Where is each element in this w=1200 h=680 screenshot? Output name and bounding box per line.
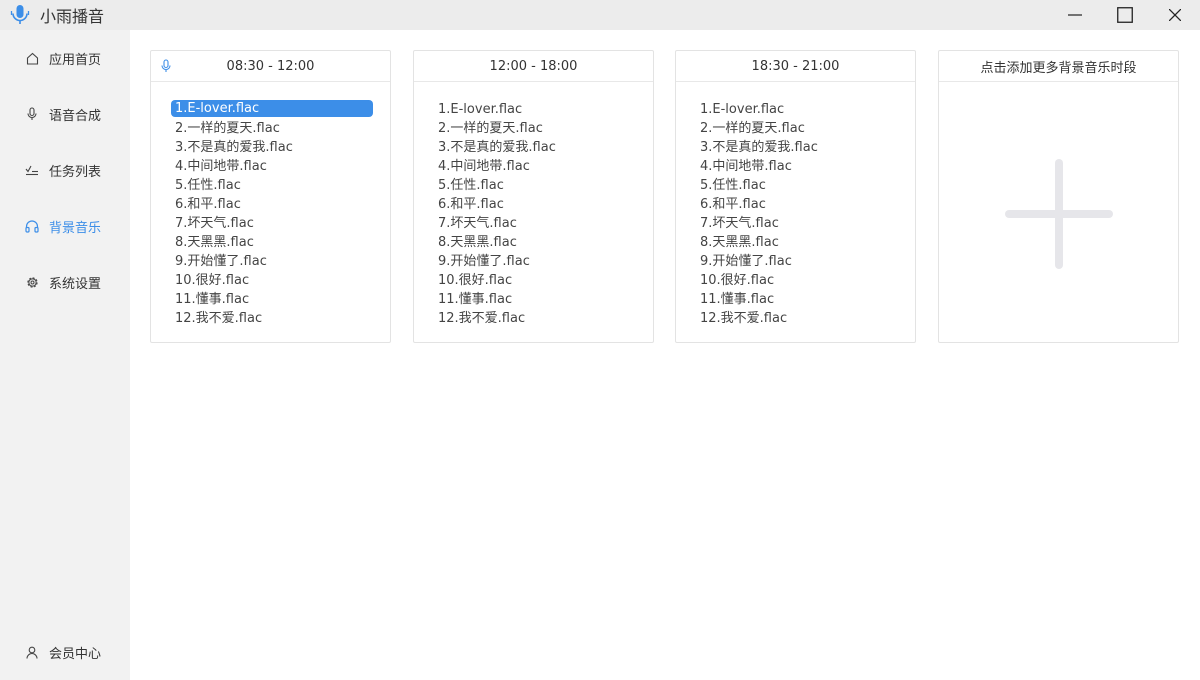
sidebar-item-background-music[interactable]: 背景音乐	[0, 210, 130, 242]
card-header: 18:30 - 21:00	[676, 51, 915, 82]
time-range-label: 08:30 - 12:00	[226, 58, 315, 74]
list-item[interactable]: 11.懂事.flac	[434, 290, 636, 309]
sidebar-item-speech-synthesis[interactable]: 语音合成	[0, 98, 130, 130]
song-list: 1.E-lover.flac 2.一样的夏天.flac 3.不是真的爱我.fla…	[696, 100, 898, 328]
list-item[interactable]: 3.不是真的爱我.flac	[434, 138, 636, 157]
microphone-icon	[161, 59, 171, 72]
list-item[interactable]: 5.任性.flac	[434, 176, 636, 195]
home-icon	[25, 51, 39, 65]
list-item[interactable]: 1.E-lover.flac	[171, 100, 373, 117]
list-item[interactable]: 9.开始懂了.flac	[434, 252, 636, 271]
list-item[interactable]: 11.懂事.flac	[171, 290, 373, 309]
list-item[interactable]: 6.和平.flac	[434, 195, 636, 214]
time-slot-card: 12:00 - 18:00 1.E-lover.flac 2.一样的夏天.fla…	[413, 50, 654, 343]
time-slot-card: 08:30 - 12:00 1.E-lover.flac 2.一样的夏天.fla…	[150, 50, 391, 343]
list-item[interactable]: 2.一样的夏天.flac	[434, 119, 636, 138]
gear-icon	[25, 275, 39, 289]
add-time-slot-card[interactable]: 点击添加更多背景音乐时段	[938, 50, 1179, 343]
card-header: 点击添加更多背景音乐时段	[939, 51, 1178, 82]
list-item[interactable]: 7.坏天气.flac	[434, 214, 636, 233]
minimize-button[interactable]	[1050, 0, 1100, 30]
list-item[interactable]: 10.很好.flac	[171, 271, 373, 290]
time-range-label: 12:00 - 18:00	[489, 58, 578, 74]
list-item[interactable]: 9.开始懂了.flac	[171, 252, 373, 271]
time-slot-card: 18:30 - 21:00 1.E-lover.flac 2.一样的夏天.fla…	[675, 50, 916, 343]
title-bar: 小雨播音	[0, 0, 1200, 30]
sidebar-item-label: 应用首页	[49, 52, 102, 68]
list-item[interactable]: 12.我不爱.flac	[171, 309, 373, 328]
time-range-label: 18:30 - 21:00	[751, 58, 840, 74]
task-list-icon	[25, 163, 39, 177]
sidebar-item-label: 任务列表	[49, 164, 102, 180]
minimize-icon	[1068, 14, 1082, 16]
close-button[interactable]	[1150, 0, 1200, 30]
plus-icon[interactable]	[1005, 159, 1113, 269]
list-item[interactable]: 8.天黑黑.flac	[171, 233, 373, 252]
list-item[interactable]: 5.任性.flac	[696, 176, 898, 195]
list-item[interactable]: 1.E-lover.flac	[696, 100, 898, 119]
microphone-icon	[10, 4, 30, 26]
sidebar-item-settings[interactable]: 系统设置	[0, 266, 130, 298]
list-item[interactable]: 9.开始懂了.flac	[696, 252, 898, 271]
add-time-slot-title: 点击添加更多背景音乐时段	[980, 60, 1137, 76]
maximize-icon	[1117, 7, 1133, 23]
sidebar-item-membership[interactable]: 会员中心	[0, 636, 130, 668]
list-item[interactable]: 8.天黑黑.flac	[696, 233, 898, 252]
microphone-icon	[25, 107, 39, 121]
list-item[interactable]: 10.很好.flac	[434, 271, 636, 290]
list-item[interactable]: 6.和平.flac	[171, 195, 373, 214]
song-list: 1.E-lover.flac 2.一样的夏天.flac 3.不是真的爱我.fla…	[171, 100, 373, 328]
app-title: 小雨播音	[40, 7, 105, 26]
list-item[interactable]: 2.一样的夏天.flac	[696, 119, 898, 138]
card-header: 08:30 - 12:00	[151, 51, 390, 82]
user-icon	[25, 645, 39, 659]
list-item[interactable]: 3.不是真的爱我.flac	[696, 138, 898, 157]
list-item[interactable]: 11.懂事.flac	[696, 290, 898, 309]
list-item[interactable]: 2.一样的夏天.flac	[171, 119, 373, 138]
list-item[interactable]: 10.很好.flac	[696, 271, 898, 290]
list-item[interactable]: 7.坏天气.flac	[171, 214, 373, 233]
headphones-icon	[25, 219, 39, 233]
sidebar-item-label: 系统设置	[49, 276, 102, 292]
list-item[interactable]: 12.我不爱.flac	[434, 309, 636, 328]
sidebar-item-label: 会员中心	[49, 646, 102, 662]
maximize-button[interactable]	[1100, 0, 1150, 30]
list-item[interactable]: 1.E-lover.flac	[434, 100, 636, 119]
list-item[interactable]: 6.和平.flac	[696, 195, 898, 214]
sidebar-item-label: 背景音乐	[49, 220, 102, 236]
card-header: 12:00 - 18:00	[414, 51, 653, 82]
list-item[interactable]: 4.中间地带.flac	[171, 157, 373, 176]
sidebar-item-home[interactable]: 应用首页	[0, 42, 130, 74]
sidebar: 应用首页 语音合成 任务列表 背景音乐 系统设置 会员中心	[0, 30, 130, 680]
close-icon	[1169, 9, 1181, 21]
list-item[interactable]: 7.坏天气.flac	[696, 214, 898, 233]
sidebar-item-label: 语音合成	[49, 108, 102, 124]
list-item[interactable]: 12.我不爱.flac	[696, 309, 898, 328]
list-item[interactable]: 8.天黑黑.flac	[434, 233, 636, 252]
window-controls	[1050, 0, 1200, 30]
sidebar-item-task-list[interactable]: 任务列表	[0, 154, 130, 186]
list-item[interactable]: 3.不是真的爱我.flac	[171, 138, 373, 157]
song-list: 1.E-lover.flac 2.一样的夏天.flac 3.不是真的爱我.fla…	[434, 100, 636, 328]
list-item[interactable]: 4.中间地带.flac	[696, 157, 898, 176]
list-item[interactable]: 4.中间地带.flac	[434, 157, 636, 176]
list-item[interactable]: 5.任性.flac	[171, 176, 373, 195]
